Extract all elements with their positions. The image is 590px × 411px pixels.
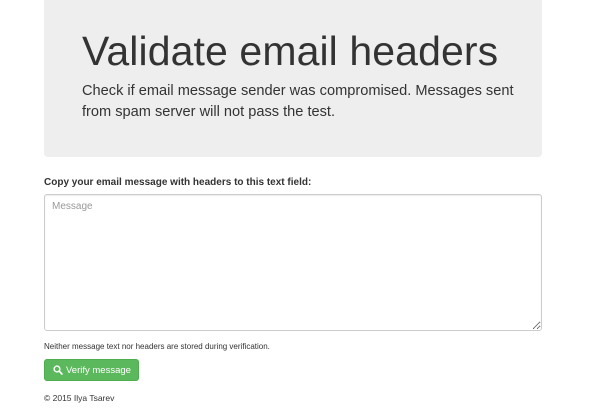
verify-message-button[interactable]: Verify message <box>44 359 139 381</box>
message-textarea[interactable] <box>44 194 542 331</box>
page: Validate email headers Check if email me… <box>0 0 590 411</box>
page-description: Check if email message sender was compro… <box>82 83 514 120</box>
verify-message-label: Verify message <box>66 364 131 376</box>
message-field-label: Copy your email message with headers to … <box>44 177 312 188</box>
verify-form: Copy your email message with headers to … <box>44 176 542 381</box>
copyright-footer: © 2015 Ilya Tsarev <box>44 393 115 403</box>
search-icon <box>53 365 63 375</box>
page-title: Validate email headers <box>82 28 499 74</box>
privacy-help-text: Neither message text nor headers are sto… <box>44 342 270 351</box>
hero-panel: Validate email headers Check if email me… <box>44 0 542 157</box>
